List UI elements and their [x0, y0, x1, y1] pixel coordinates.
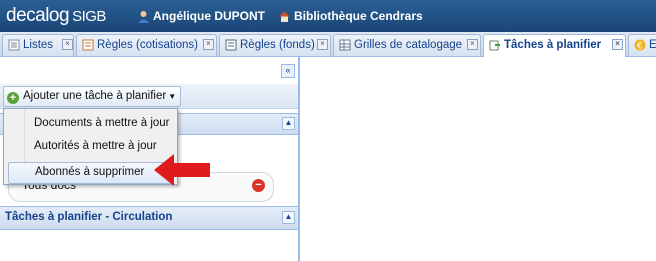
tab-grilles-catalogage[interactable]: Grilles de catalogage × — [333, 34, 481, 56]
rules-icon — [82, 39, 94, 51]
chevron-down-icon: ▼ — [168, 92, 177, 101]
close-icon[interactable]: × — [467, 39, 478, 50]
library-name: Bibliothèque Cendrars — [294, 9, 423, 23]
menu-item-label: Documents à mettre à jour — [34, 117, 170, 129]
collapse-panel-icon[interactable]: « — [281, 64, 295, 78]
close-icon[interactable]: × — [317, 39, 328, 50]
brand-suffix: SIGB — [72, 8, 106, 25]
delete-icon[interactable]: − — [252, 179, 265, 192]
menu-item-label: Autorités à mettre à jour — [34, 140, 157, 152]
current-user[interactable]: Angélique DUPONT — [137, 9, 265, 23]
menu-item-documents[interactable]: Documents à mettre à jour — [34, 117, 170, 129]
add-task-button[interactable]: + Ajouter une tâche à planifier ▼ — [3, 86, 182, 107]
section-circulation[interactable]: Tâches à planifier - Circulation ▲ — [0, 206, 298, 230]
close-icon[interactable]: × — [203, 39, 214, 50]
menu-item-label: Abonnés à supprimer — [35, 166, 145, 178]
menu-item-autorites[interactable]: Autorités à mettre à jour — [34, 140, 157, 152]
tab-taches-planifier[interactable]: Tâches à planifier × — [483, 34, 626, 57]
tab-label: E — [649, 39, 656, 51]
arrow-icon — [154, 154, 210, 186]
grid-icon — [339, 39, 351, 51]
add-icon: + — [7, 92, 19, 104]
tab-label: Tâches à planifier — [504, 39, 602, 51]
user-name: Angélique DUPONT — [153, 9, 266, 23]
chevron-up-icon[interactable]: ▲ — [282, 211, 295, 224]
tab-listes[interactable]: Listes × — [2, 34, 74, 56]
tab-label: Listes — [23, 39, 54, 51]
tab-euro[interactable]: € E — [628, 34, 656, 56]
home-icon — [279, 11, 290, 22]
euro-icon: € — [634, 39, 646, 51]
rules-icon — [225, 39, 237, 51]
chevron-up-icon[interactable]: ▲ — [282, 117, 295, 130]
list-icon — [8, 39, 20, 51]
brand-name: decalog — [6, 5, 70, 26]
tab-label: Grilles de catalogage — [354, 39, 463, 51]
close-icon[interactable]: × — [612, 39, 623, 50]
tab-regles-fonds[interactable]: Règles (fonds) × — [219, 34, 331, 56]
section-title: Tâches à planifier - Circulation — [5, 211, 173, 223]
add-task-label: Ajouter une tâche à planifier — [23, 90, 167, 102]
tab-label: Règles (cotisations) — [97, 39, 198, 51]
tab-bar: Listes × Règles (cotisations) × Règles (… — [0, 32, 656, 57]
app-header: decalog SIGB Angélique DUPONT Bibliothèqu… — [0, 0, 656, 32]
tab-regles-cotisations[interactable]: Règles (cotisations) × — [76, 34, 217, 56]
user-icon — [138, 11, 149, 23]
menu-item-abonnes[interactable]: Abonnés à supprimer — [8, 162, 174, 184]
tab-label: Règles (fonds) — [240, 39, 315, 51]
app-logo: decalog SIGB — [6, 5, 106, 27]
current-library[interactable]: Bibliothèque Cendrars — [278, 9, 423, 23]
task-icon — [489, 40, 500, 51]
svg-text:€: € — [637, 42, 643, 52]
close-icon[interactable]: × — [62, 39, 73, 50]
